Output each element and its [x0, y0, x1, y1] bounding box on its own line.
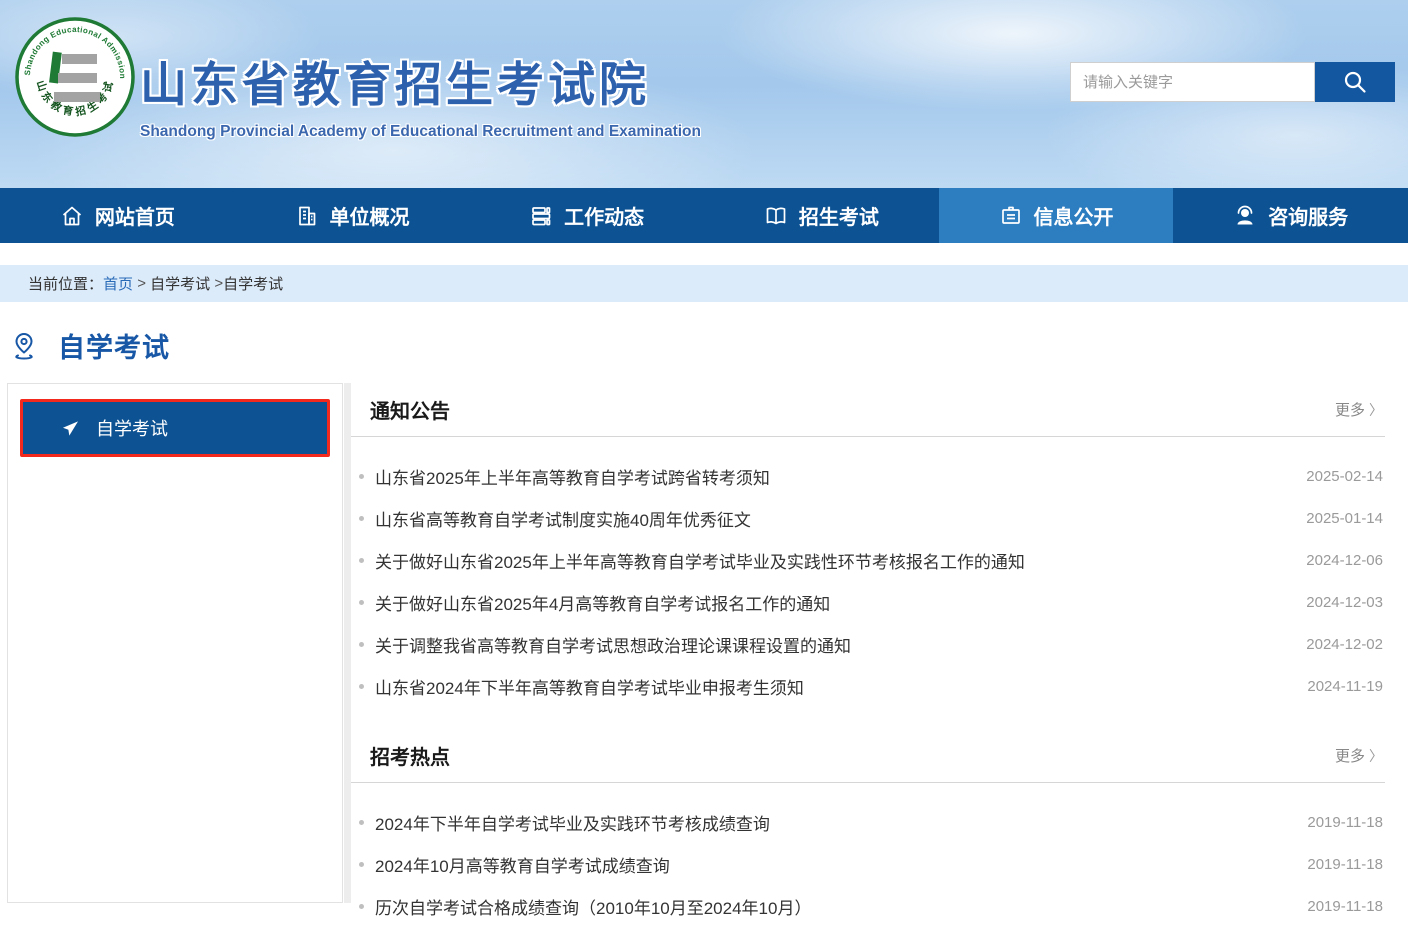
- breadcrumb-current: 自学考试: [223, 273, 283, 294]
- list-item-title: 2024年10月高等教育自学考试成绩查询: [375, 852, 1287, 877]
- breadcrumb-separator: >: [133, 275, 150, 292]
- list-item-date: 2019-11-18: [1307, 814, 1383, 831]
- list-item-date: 2019-11-18: [1307, 898, 1383, 915]
- clipboard-icon: [999, 204, 1023, 228]
- nav-item-label: 工作动态: [564, 201, 644, 230]
- list-item[interactable]: 关于调整我省高等教育自学考试思想政治理论课课程设置的通知 2024-12-02: [351, 623, 1385, 665]
- chevron-right-icon: 〉: [1369, 400, 1383, 420]
- location-pin-icon: [10, 331, 38, 361]
- notice-list: 山东省2025年上半年高等教育自学考试跨省转考须知 2025-02-14 山东省…: [351, 437, 1385, 707]
- list-item-title: 2024年下半年自学考试毕业及实践环节考核成绩查询: [375, 810, 1287, 835]
- breadcrumb-home-link[interactable]: 首页: [103, 273, 133, 294]
- site-banner: Shandong Educational Admission & Examina…: [0, 0, 1408, 188]
- section-hot-topics: 招考热点 更多 〉 2024年下半年自学考试毕业及实践环节考核成绩查询 2019…: [351, 729, 1385, 927]
- service-icon: [1233, 204, 1257, 228]
- list-item-title: 关于做好山东省2025年上半年高等教育自学考试毕业及实践性环节考核报名工作的通知: [375, 548, 1286, 573]
- nav-item-label: 网站首页: [95, 201, 175, 230]
- search-button[interactable]: [1315, 62, 1395, 102]
- bullet-icon: [359, 862, 364, 867]
- section-header: 招考热点 更多 〉: [351, 729, 1385, 783]
- page-header: 自学考试: [10, 326, 170, 365]
- building-icon: [295, 204, 319, 228]
- breadcrumb: 当前位置： 首页 > 自学考试 > 自学考试: [0, 265, 1408, 302]
- nav-item-label: 招生考试: [799, 201, 879, 230]
- site-title: 山东省教育招生考试院: [140, 46, 701, 115]
- nav-item-about[interactable]: 单位概况: [235, 188, 470, 243]
- main-nav: 网站首页 单位概况 工作动态 招生考试 信息公开: [0, 188, 1408, 243]
- book-icon: [764, 204, 788, 228]
- chevron-right-icon: 〉: [1369, 746, 1383, 766]
- more-link[interactable]: 更多 〉: [1335, 745, 1383, 766]
- page-title: 自学考试: [58, 326, 170, 365]
- list-item-date: 2019-11-18: [1307, 856, 1383, 873]
- list-item[interactable]: 2024年下半年自学考试毕业及实践环节考核成绩查询 2019-11-18: [351, 801, 1385, 843]
- bullet-icon: [359, 684, 364, 689]
- hot-topic-list: 2024年下半年自学考试毕业及实践环节考核成绩查询 2019-11-18 202…: [351, 783, 1385, 927]
- news-icon: [529, 204, 553, 228]
- nav-item-label: 咨询服务: [1268, 201, 1348, 230]
- section-title: 招考热点: [370, 741, 450, 770]
- list-item[interactable]: 历次自学考试合格成绩查询（2010年10月至2024年10月） 2019-11-…: [351, 885, 1385, 927]
- paper-plane-icon: [61, 419, 80, 438]
- bullet-icon: [359, 642, 364, 647]
- list-item[interactable]: 山东省高等教育自学考试制度实施40周年优秀征文 2025-01-14: [351, 497, 1385, 539]
- site-logo: Shandong Educational Admission & Examina…: [14, 16, 136, 138]
- search-input[interactable]: [1070, 62, 1315, 102]
- section-title: 通知公告: [370, 395, 450, 424]
- sidebar-content-divider: [344, 383, 351, 903]
- list-item[interactable]: 关于做好山东省2025年4月高等教育自学考试报名工作的通知 2024-12-03: [351, 581, 1385, 623]
- bullet-icon: [359, 516, 364, 521]
- breadcrumb-prefix: 当前位置：: [28, 273, 103, 294]
- nav-item-exams[interactable]: 招生考试: [704, 188, 939, 243]
- search-icon: [1342, 69, 1368, 95]
- nav-item-info-disclosure[interactable]: 信息公开: [939, 188, 1174, 243]
- list-item[interactable]: 山东省2024年下半年高等教育自学考试毕业申报考生须知 2024-11-19: [351, 665, 1385, 707]
- site-subtitle: Shandong Provincial Academy of Education…: [140, 123, 701, 141]
- list-item-title: 山东省高等教育自学考试制度实施40周年优秀征文: [375, 506, 1286, 531]
- sidebar-item-self-study-exam[interactable]: 自学考试: [20, 399, 330, 457]
- list-item-date: 2025-02-14: [1306, 468, 1383, 485]
- list-item-title: 山东省2024年下半年高等教育自学考试毕业申报考生须知: [375, 674, 1287, 699]
- nav-item-label: 单位概况: [330, 201, 410, 230]
- main-content: 通知公告 更多 〉 山东省2025年上半年高等教育自学考试跨省转考须知 2025…: [351, 383, 1385, 927]
- list-item-title: 关于调整我省高等教育自学考试思想政治理论课课程设置的通知: [375, 632, 1286, 657]
- breadcrumb-level1: 自学考试: [150, 273, 210, 294]
- bullet-icon: [359, 904, 364, 909]
- more-label: 更多: [1335, 399, 1365, 420]
- list-item-title: 关于做好山东省2025年4月高等教育自学考试报名工作的通知: [375, 590, 1286, 615]
- brand-block: 山东省教育招生考试院 Shandong Provincial Academy o…: [140, 46, 701, 141]
- sidebar-item-label: 自学考试: [96, 415, 168, 441]
- nav-item-news[interactable]: 工作动态: [469, 188, 704, 243]
- list-item-date: 2025-01-14: [1306, 510, 1383, 527]
- section-notices: 通知公告 更多 〉 山东省2025年上半年高等教育自学考试跨省转考须知 2025…: [351, 383, 1385, 707]
- list-item[interactable]: 山东省2025年上半年高等教育自学考试跨省转考须知 2025-02-14: [351, 455, 1385, 497]
- section-header: 通知公告 更多 〉: [351, 383, 1385, 437]
- more-label: 更多: [1335, 745, 1365, 766]
- list-item-title: 山东省2025年上半年高等教育自学考试跨省转考须知: [375, 464, 1286, 489]
- sidebar: 自学考试: [7, 383, 343, 903]
- breadcrumb-separator: >: [210, 275, 223, 292]
- nav-item-consulting[interactable]: 咨询服务: [1173, 188, 1408, 243]
- list-item-date: 2024-12-03: [1306, 594, 1383, 611]
- list-item-date: 2024-12-06: [1306, 552, 1383, 569]
- list-item[interactable]: 关于做好山东省2025年上半年高等教育自学考试毕业及实践性环节考核报名工作的通知…: [351, 539, 1385, 581]
- nav-item-label: 信息公开: [1034, 201, 1114, 230]
- bullet-icon: [359, 600, 364, 605]
- list-item[interactable]: 2024年10月高等教育自学考试成绩查询 2019-11-18: [351, 843, 1385, 885]
- bullet-icon: [359, 474, 364, 479]
- list-item-title: 历次自学考试合格成绩查询（2010年10月至2024年10月）: [375, 894, 1287, 919]
- bullet-icon: [359, 558, 364, 563]
- search-bar: [1070, 62, 1395, 102]
- home-icon: [60, 204, 84, 228]
- list-item-date: 2024-11-19: [1307, 678, 1383, 695]
- more-link[interactable]: 更多 〉: [1335, 399, 1383, 420]
- list-item-date: 2024-12-02: [1306, 636, 1383, 653]
- nav-item-home[interactable]: 网站首页: [0, 188, 235, 243]
- bullet-icon: [359, 820, 364, 825]
